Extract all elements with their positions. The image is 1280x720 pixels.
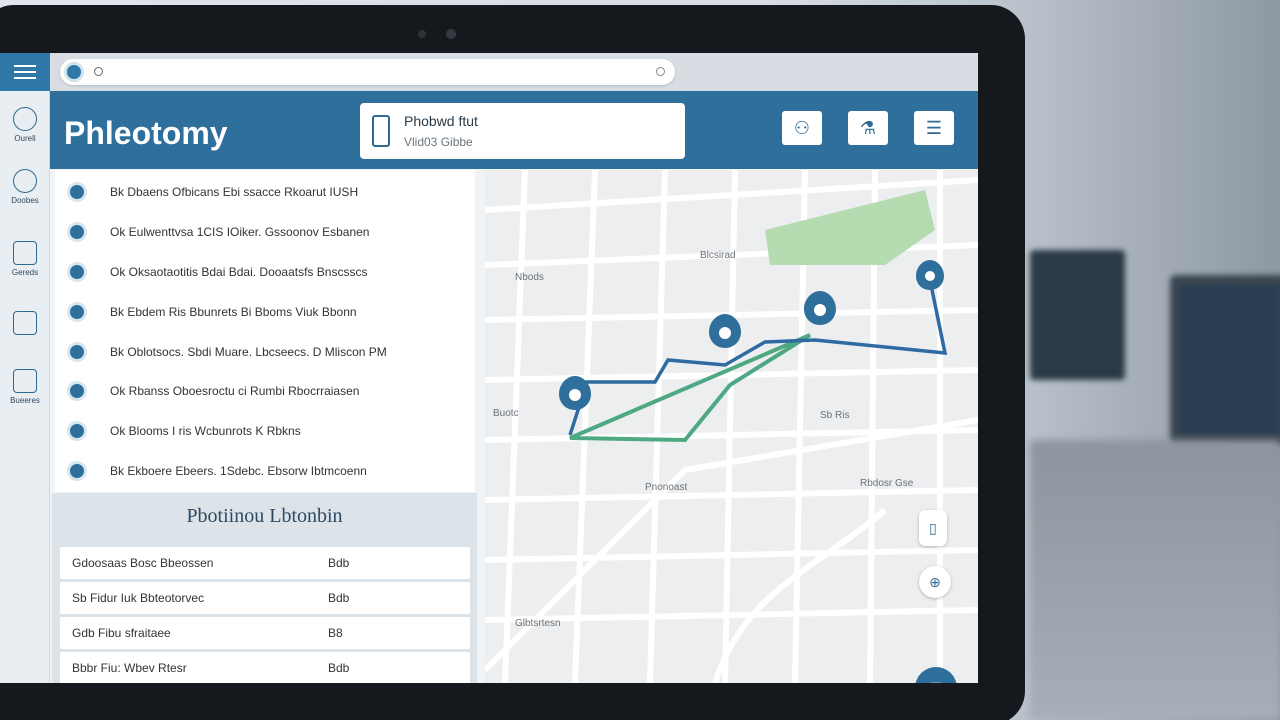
table-row[interactable]: Gdoosaas Bosc Bbeossen Bdb	[60, 547, 470, 579]
people-icon: ⚇	[793, 117, 811, 138]
map-label: Nbods	[515, 272, 544, 283]
list-item-text: Ok Eulwenttvsa 1CIS IOiker. Gssoonov Esb…	[110, 225, 370, 239]
table-cell-name: Bbbr Fiu: Wbev Rtesr	[72, 661, 187, 675]
people-button[interactable]: ⚇	[782, 111, 822, 145]
map-canvas	[485, 170, 978, 683]
patient-dot-icon	[67, 461, 87, 481]
background-monitor	[1030, 250, 1125, 380]
list-item-text: Ok Oksaotaotitis Bdai Bdai. Dooaatsfs Bn…	[110, 265, 368, 279]
table-cell-value: Bdb	[328, 556, 350, 570]
sidebar: Ourell Doobes Gereds Bueeres	[0, 91, 50, 683]
reload-icon[interactable]	[656, 67, 665, 76]
sidebar-item-label: Ourell	[14, 134, 36, 143]
address-bar[interactable]	[60, 59, 675, 85]
search-card[interactable]: Phobwd ftut Vlid03 Gibbe	[360, 103, 685, 159]
table-cell-value: Bdb	[328, 591, 350, 605]
background-monitor	[1170, 275, 1280, 445]
patient-dot-icon	[67, 182, 87, 202]
compass-button[interactable]: ⊕	[919, 566, 951, 598]
search-icon	[94, 67, 103, 76]
layers-icon: ▯	[929, 519, 937, 536]
background-desk	[1030, 440, 1280, 720]
list-item-text: Bk Ekboere Ebeers. 1Sdebc. Ebsorw Ibtmco…	[110, 464, 367, 478]
map-label: Rbdosr Gse	[860, 478, 914, 489]
park-area	[765, 190, 935, 265]
list-item-text: Ok Blooms I ris Wcbunrots K Rbkns	[110, 424, 301, 438]
columns-icon	[13, 311, 37, 335]
hamburger-icon	[14, 65, 36, 79]
page-title: Phleotomy	[64, 115, 228, 151]
table-cell-name: Sb Fidur Iuk Bbteotorvec	[72, 591, 205, 605]
list-item-text: Bk Oblotsocs. Sbdi Muare. Lbcseecs. D Ml…	[110, 345, 387, 359]
network-icon	[13, 169, 37, 193]
tablet-frame: Ourell Doobes Gereds Bueeres Phleotomy P…	[0, 5, 1025, 720]
list-item[interactable]: Ok Eulwenttvsa 1CIS IOiker. Gssoonov Esb…	[55, 212, 475, 252]
patient-dot-icon	[67, 381, 87, 401]
table-cell-name: Gdb Fibu sfraitaee	[72, 626, 171, 640]
list-item[interactable]: Bk Ebdem Ris Bbunrets Bi Bboms Viuk Bbon…	[55, 292, 475, 332]
table-row[interactable]: Bbbr Fiu: Wbev Rtesr Bdb	[60, 652, 470, 683]
list-item[interactable]: Bk Dbaens Ofbicans Ebi ssacce Rkoarut IU…	[55, 172, 475, 212]
compass-icon: ⊕	[929, 573, 941, 590]
clipboard-icon	[372, 115, 390, 147]
map-label: Sb Ris	[820, 410, 850, 421]
sidebar-item-label: Doobes	[11, 196, 39, 205]
sidebar-item-label: Bueeres	[10, 396, 40, 405]
sidebar-item-gereds[interactable]: Gereds	[0, 241, 50, 277]
patient-dot-icon	[67, 342, 87, 362]
alt-route-line	[569, 333, 812, 443]
app-logo-icon	[64, 62, 84, 82]
sidebar-item-label: Gereds	[11, 268, 39, 277]
map-pins	[559, 260, 944, 418]
search-card-title: Phobwd ftut	[404, 113, 478, 129]
list-item[interactable]: Ok Oksaotaotitis Bdai Bdai. Dooaatsfs Bn…	[55, 252, 475, 292]
patient-dot-icon	[67, 302, 87, 322]
list-item-text: Ok Rbanss Oboesroctu ci Rumbi Rbocrraias…	[110, 384, 360, 398]
route-map[interactable]: Nbods Blcsirad Sb Ris Pnonoast Rbdosr Gs…	[485, 170, 978, 683]
table-cell-value: Bdb	[328, 661, 350, 675]
grid-icon: ⊞	[929, 678, 942, 683]
map-label: Glbtsrtesn	[515, 618, 561, 629]
patient-list: Bk Dbaens Ofbicans Ebi ssacce Rkoarut IU…	[55, 170, 475, 492]
list-item[interactable]: Ok Blooms I ris Wcbunrots K Rbkns	[55, 411, 475, 451]
table-row[interactable]: Gdb Fibu sfraitaee B8	[60, 617, 470, 649]
table-row[interactable]: Sb Fidur Iuk Bbteotorvec Bdb	[60, 582, 470, 614]
sidebar-item-bueeres[interactable]: Bueeres	[0, 369, 50, 405]
patient-dot-icon	[67, 262, 87, 282]
flask-button[interactable]: ⚗	[848, 111, 888, 145]
sidebar-item-ourell[interactable]: Ourell	[0, 107, 50, 143]
map-label: Pnonoast	[645, 482, 688, 493]
map-label: Buotc	[493, 408, 519, 419]
list-item[interactable]: Ok Rbanss Oboesroctu ci Rumbi Rbocrraias…	[55, 371, 475, 411]
patient-dot-icon	[67, 222, 87, 242]
map-label: Blcsirad	[700, 250, 736, 261]
search-card-subtitle: Vlid03 Gibbe	[404, 135, 473, 149]
list-item[interactable]: Bk Oblotsocs. Sbdi Muare. Lbcseecs. D Ml…	[55, 332, 475, 372]
app-header: Phleotomy Phobwd ftut Vlid03 Gibbe ⚇ ⚗ ☰	[50, 91, 978, 169]
table-cell-value: B8	[328, 626, 343, 640]
book-icon	[13, 369, 37, 393]
browser-bar	[0, 53, 978, 91]
list-item[interactable]: Bk Ekboere Ebeers. 1Sdebc. Ebsorw Ibtmco…	[55, 451, 475, 491]
list-icon: ☰	[925, 117, 943, 138]
tablet-screen: Ourell Doobes Gereds Bueeres Phleotomy P…	[0, 53, 978, 683]
flask-icon: ⚗	[859, 117, 877, 138]
camera-icon	[418, 30, 426, 38]
station-panel: Pbotiinou Lbtonbin Gdoosaas Bosc Bbeosse…	[52, 493, 477, 683]
table-cell-name: Gdoosaas Bosc Bbeossen	[72, 556, 214, 570]
list-item-text: Bk Ebdem Ris Bbunrets Bi Bboms Viuk Bbon…	[110, 305, 357, 319]
map-layers-button[interactable]: ▯	[919, 510, 947, 546]
camera-icon	[446, 29, 456, 39]
list-item-text: Bk Dbaens Ofbicans Ebi ssacce Rkoarut IU…	[110, 185, 359, 199]
station-panel-title: Pbotiinou Lbtonbin	[186, 505, 343, 527]
hamburger-menu-button[interactable]	[0, 53, 50, 91]
sidebar-item-doobes[interactable]: Doobes	[0, 169, 50, 205]
grid-icon	[13, 241, 37, 265]
sidebar-item-columns[interactable]	[0, 311, 50, 338]
patient-dot-icon	[67, 421, 87, 441]
list-button[interactable]: ☰	[914, 111, 954, 145]
globe-icon	[13, 107, 37, 131]
